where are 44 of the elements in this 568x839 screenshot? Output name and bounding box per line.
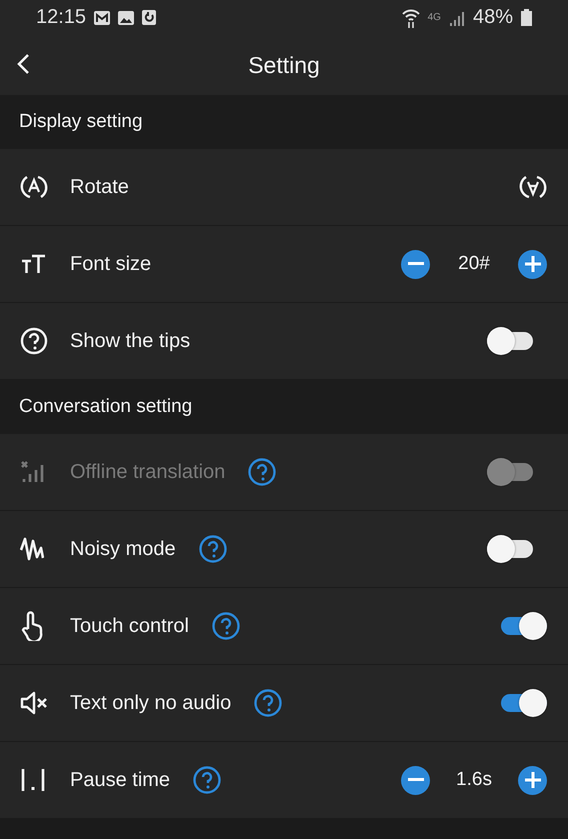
setting-label: Font size [70, 252, 152, 276]
increase-button[interactable] [518, 250, 547, 278]
back-icon [16, 53, 30, 75]
stepper-value: 20# [457, 253, 491, 275]
decrease-button[interactable] [401, 766, 430, 794]
signal-off-icon [20, 460, 44, 484]
minus-icon [408, 778, 424, 782]
increase-button[interactable] [518, 766, 547, 794]
image-icon [118, 10, 134, 24]
hand-pointer-icon [20, 611, 44, 641]
help-button[interactable] [210, 611, 241, 641]
mail-icon [94, 10, 110, 24]
signal-icon [448, 10, 465, 26]
help-button[interactable] [198, 534, 228, 564]
speaker-mute-icon [20, 691, 48, 715]
battery-icon [521, 9, 532, 26]
minus-icon [408, 262, 424, 266]
wifi-icon [402, 8, 420, 28]
waveform-icon [20, 536, 44, 562]
network-type: 4G [428, 12, 441, 23]
plus-icon [524, 256, 540, 272]
app-icon [142, 10, 156, 25]
screen-title: Setting [248, 52, 320, 78]
plus-icon [524, 772, 540, 788]
decrease-button[interactable] [401, 250, 430, 278]
setting-label: Pause time [70, 768, 170, 792]
toggle-switch[interactable] [501, 612, 547, 640]
help-button[interactable] [192, 765, 222, 795]
toggle-switch[interactable] [487, 535, 533, 563]
font-size-icon [20, 253, 46, 275]
status-time: 12:15 [36, 6, 86, 29]
stepper-value: 1.6s [455, 769, 493, 791]
setting-label: Touch control [70, 614, 189, 638]
setting-label: Offline translation [70, 460, 226, 484]
help-button[interactable] [253, 688, 284, 718]
battery-level: 48% [472, 6, 513, 29]
setting-label: Rotate [70, 176, 129, 198]
setting-label: Show the tips [70, 330, 190, 352]
setting-label: Text only no audio [70, 692, 232, 714]
toggle-switch[interactable] [487, 327, 533, 355]
pause-time-icon [20, 767, 46, 793]
toggle-switch[interactable] [501, 689, 547, 717]
help-icon [20, 327, 48, 355]
setting-label: Noisy mode [70, 538, 176, 560]
